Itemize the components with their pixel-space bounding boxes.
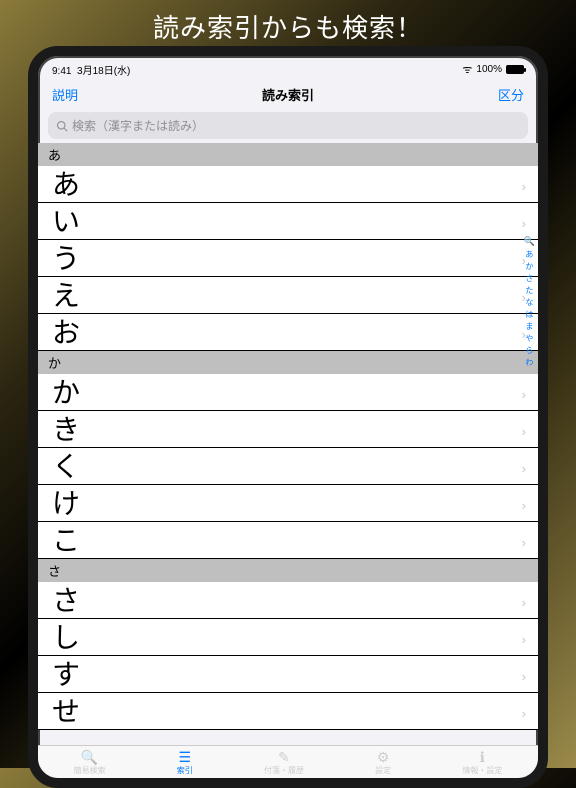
list-item[interactable]: お› [38, 314, 538, 351]
list-item[interactable]: さ› [38, 582, 538, 619]
search-icon: 🔍 [524, 236, 535, 247]
index-bar-item[interactable]: ま [525, 321, 533, 332]
list-item-label: き [52, 417, 80, 445]
tab-item[interactable]: ☰索引 [177, 750, 193, 776]
list-item-label: こ [52, 528, 80, 556]
tab-icon: ☰ [179, 750, 192, 764]
list-item[interactable]: け› [38, 485, 538, 522]
chevron-right-icon: › [522, 632, 526, 647]
chevron-right-icon: › [522, 216, 526, 231]
tab-item[interactable]: ℹ情報・設定 [462, 750, 502, 776]
list-item-label: さ [52, 588, 80, 616]
index-bar-item[interactable]: か [525, 261, 533, 272]
tab-icon: ℹ [480, 750, 485, 764]
search-placeholder: 検索（漢字または読み） [72, 117, 204, 134]
chevron-right-icon: › [522, 461, 526, 476]
status-bar: 9:41 3月18日(水) ᯤ 100% [38, 56, 538, 79]
list-item[interactable]: え› [38, 277, 538, 314]
section-header: さ [38, 559, 538, 582]
list-content[interactable]: ああ›い›う›え›お›かか›き›く›け›こ›ささ›し›す›せ› [38, 143, 538, 775]
tab-label: 付箋・履歴 [264, 765, 304, 776]
chevron-right-icon: › [522, 669, 526, 684]
chevron-right-icon: › [522, 595, 526, 610]
promo-banner: 読み索引からも検索！ [0, 0, 576, 51]
battery-icon [506, 65, 524, 74]
section-index-bar[interactable]: 🔍 あかさたなはまやらわ [524, 236, 535, 368]
index-bar-item[interactable]: さ [525, 273, 533, 284]
tab-item[interactable]: 🔍簡易検索 [74, 750, 106, 776]
list-item-label: か [52, 380, 80, 408]
index-bar-item[interactable]: な [525, 297, 533, 308]
tab-icon: 🔍 [81, 750, 98, 764]
index-bar-item[interactable]: あ [525, 249, 533, 260]
tab-item[interactable]: ⚙設定 [375, 750, 391, 776]
list-item-label: え [52, 283, 80, 311]
tab-label: 索引 [177, 765, 193, 776]
chevron-right-icon: › [522, 535, 526, 550]
tab-item[interactable]: ✎付箋・履歴 [264, 750, 304, 776]
list-item[interactable]: う› [38, 240, 538, 277]
nav-left-button[interactable]: 説明 [52, 85, 78, 104]
list-item-label: せ [52, 699, 80, 727]
tab-icon: ⚙ [377, 750, 390, 764]
section-header: か [38, 351, 538, 374]
nav-right-button[interactable]: 区分 [498, 85, 524, 104]
list-item-label: お [52, 320, 80, 348]
battery-percent: 100% [476, 64, 502, 75]
chevron-right-icon: › [522, 387, 526, 402]
chevron-right-icon: › [522, 179, 526, 194]
list-item[interactable]: こ› [38, 522, 538, 559]
tab-label: 簡易検索 [74, 765, 106, 776]
tab-bar: 🔍簡易検索 ☰索引 ✎付箋・履歴 ⚙設定 ℹ情報・設定 [38, 745, 538, 778]
status-time: 9:41 [52, 66, 71, 77]
chevron-right-icon: › [522, 706, 526, 721]
tablet-frame: 9:41 3月18日(水) ᯤ 100% 説明 読み索引 区分 検索（漢字または… [28, 46, 548, 788]
chevron-right-icon: › [522, 424, 526, 439]
index-bar-item[interactable]: わ [525, 357, 533, 368]
list-item[interactable]: い› [38, 203, 538, 240]
list-item[interactable]: す› [38, 656, 538, 693]
list-item-label: う [52, 246, 80, 274]
tab-label: 設定 [375, 765, 391, 776]
status-date: 3月18日(水) [77, 66, 130, 77]
tab-label: 情報・設定 [462, 765, 502, 776]
list-item-label: す [52, 662, 80, 690]
list-item-label: い [52, 209, 80, 237]
list-item[interactable]: か› [38, 374, 538, 411]
search-icon [56, 120, 68, 132]
chevron-right-icon: › [522, 498, 526, 513]
list-item[interactable]: く› [38, 448, 538, 485]
navigation-bar: 説明 読み索引 区分 [38, 79, 538, 110]
search-bar[interactable]: 検索（漢字または読み） [48, 112, 528, 139]
list-item-label: け [52, 491, 80, 519]
list-item-label: く [52, 454, 80, 482]
page-title: 読み索引 [262, 85, 314, 104]
index-bar-item[interactable]: ら [525, 345, 533, 356]
list-item-label: あ [52, 172, 80, 200]
list-item[interactable]: し› [38, 619, 538, 656]
list-item-label: し [52, 625, 80, 653]
tab-icon: ✎ [278, 750, 290, 764]
index-bar-item[interactable]: た [525, 285, 533, 296]
index-bar-item[interactable]: は [525, 309, 533, 320]
wifi-icon: ᯤ [462, 62, 472, 77]
list-item[interactable]: せ› [38, 693, 538, 730]
list-item[interactable]: き› [38, 411, 538, 448]
section-header: あ [38, 143, 538, 166]
list-item[interactable]: あ› [38, 166, 538, 203]
index-bar-item[interactable]: や [525, 333, 533, 344]
